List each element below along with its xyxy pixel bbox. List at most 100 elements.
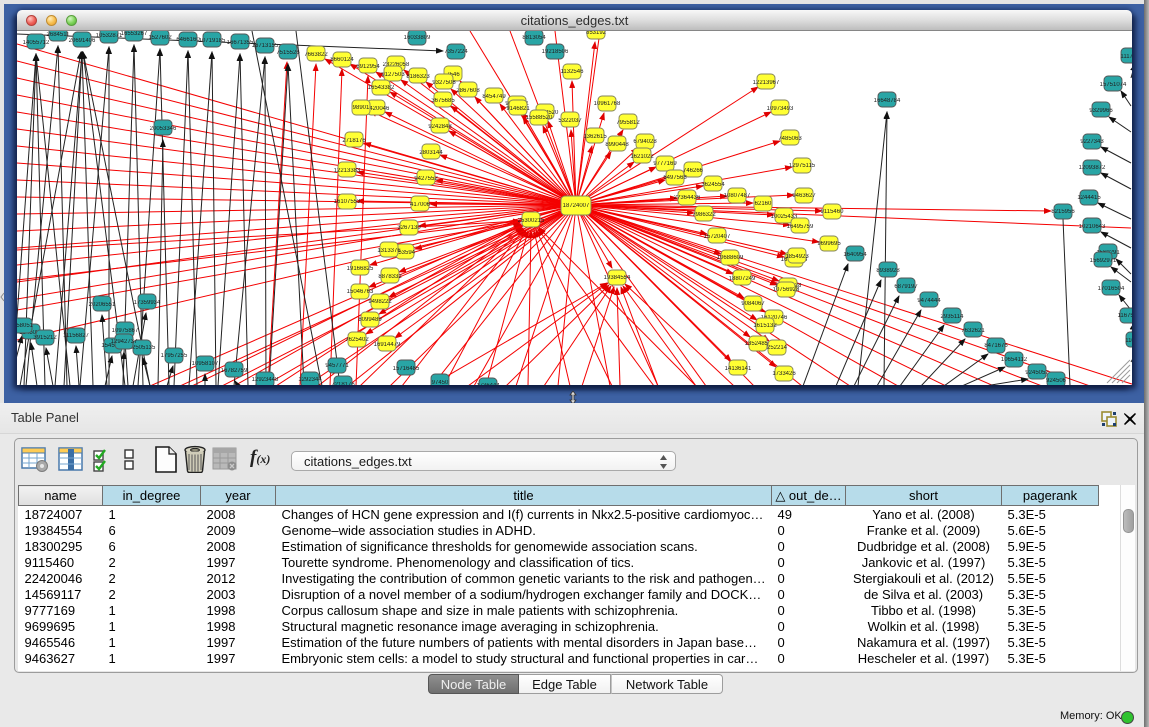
svg-text:6879197: 6879197 — [894, 284, 918, 290]
svg-text:16713155: 16713155 — [252, 43, 279, 49]
svg-text:1362615: 1362615 — [583, 134, 607, 140]
svg-text:2935114: 2935114 — [941, 314, 965, 320]
svg-text:7357224: 7357224 — [444, 49, 468, 55]
svg-text:1527602: 1527602 — [148, 35, 172, 41]
svg-text:16671355: 16671355 — [227, 40, 254, 46]
svg-text:746266: 746266 — [683, 168, 704, 174]
svg-text:924506: 924506 — [1046, 378, 1067, 384]
svg-text:9699695: 9699695 — [817, 241, 841, 247]
svg-text:7625402: 7625402 — [345, 337, 369, 343]
svg-text:17359934: 17359934 — [134, 300, 161, 306]
svg-text:10654112: 10654112 — [1001, 357, 1028, 363]
svg-text:853192: 853192 — [586, 31, 607, 36]
svg-text:7663822: 7663822 — [304, 52, 328, 58]
svg-text:3624554: 3624554 — [701, 182, 725, 188]
svg-text:8990448: 8990448 — [605, 142, 629, 148]
svg-text:1854923: 1854923 — [785, 254, 809, 260]
svg-text:8878332: 8878332 — [378, 274, 402, 280]
svg-text:6497568: 6497568 — [663, 175, 687, 181]
svg-text:12923448: 12923448 — [252, 377, 279, 383]
svg-text:10973493: 10973493 — [767, 106, 794, 112]
svg-text:2718176: 2718176 — [342, 138, 366, 144]
svg-text:8660124: 8660124 — [330, 57, 354, 63]
svg-text:19384554: 19384554 — [604, 275, 631, 281]
svg-text:7986322: 7986322 — [692, 212, 716, 218]
svg-text:9463627: 9463627 — [792, 193, 816, 199]
svg-text:16107553: 16107553 — [334, 199, 361, 205]
svg-text:2?364436: 2?364436 — [674, 195, 701, 201]
svg-text:9115460: 9115460 — [821, 209, 845, 215]
svg-text:7515526: 7515526 — [276, 50, 300, 56]
svg-text:25300215: 25300215 — [518, 218, 545, 224]
svg-text:7218176: 7218176 — [331, 382, 355, 385]
svg-text:12213967: 12213967 — [753, 80, 780, 86]
svg-text:2867608: 2867608 — [456, 88, 480, 94]
svg-text:16495759: 16495759 — [787, 224, 814, 230]
svg-text:6794028: 6794028 — [633, 139, 657, 145]
svg-text:8099489: 8099489 — [358, 317, 382, 323]
svg-text:16782759: 16782759 — [221, 368, 248, 374]
svg-text:12975115: 12975115 — [789, 163, 816, 169]
svg-text:9084067: 9084067 — [741, 301, 765, 307]
svg-text:1167533: 1167533 — [1118, 313, 1132, 319]
svg-text:62160: 62160 — [755, 201, 772, 207]
svg-text:16543382: 16543382 — [368, 85, 395, 91]
svg-text:9245052: 9245052 — [1025, 370, 1049, 376]
svg-text:6466160: 6466160 — [176, 37, 200, 43]
svg-text:10807487: 10807487 — [724, 193, 751, 199]
svg-text:8186323: 8186323 — [406, 74, 430, 80]
svg-text:18724007: 18724007 — [563, 203, 590, 209]
svg-text:2684511: 2684511 — [47, 32, 71, 38]
svg-text:10210643: 10210643 — [1079, 224, 1106, 230]
svg-text:1132546: 1132546 — [561, 69, 585, 75]
svg-text:1733426: 1733426 — [772, 371, 796, 377]
svg-text:1640954: 1640954 — [843, 252, 867, 258]
svg-text:16648784: 16648784 — [874, 98, 901, 104]
svg-text:2803144: 2803144 — [419, 150, 443, 156]
svg-text:98901: 98901 — [353, 105, 370, 111]
svg-text:9146821: 9146821 — [506, 106, 530, 112]
svg-text:1621022: 1621022 — [630, 154, 654, 160]
svg-text:1736444: 1736444 — [476, 383, 500, 385]
svg-text:417006: 417006 — [410, 202, 431, 208]
svg-text:10532871: 10532871 — [96, 33, 123, 39]
svg-text:9327508: 9327508 — [432, 80, 456, 86]
svg-text:14055712: 14055712 — [23, 40, 50, 46]
svg-text:10961768: 10961768 — [594, 101, 621, 107]
svg-text:8454749: 8454749 — [482, 94, 506, 100]
svg-text:18807249: 18807249 — [729, 276, 756, 282]
svg-text:15751074: 15751074 — [1100, 82, 1127, 88]
svg-text:9127503: 9127503 — [381, 72, 405, 78]
svg-text:252214: 252214 — [767, 345, 788, 351]
svg-text:9427552: 9427552 — [414, 176, 438, 182]
svg-text:11156827: 11156827 — [63, 333, 89, 339]
svg-text:7485063: 7485063 — [778, 136, 802, 142]
svg-text:9457771: 9457771 — [325, 363, 349, 369]
svg-text:111754: 111754 — [1120, 54, 1132, 60]
svg-text:1615132: 1615132 — [753, 323, 777, 329]
svg-text:1244415: 1244415 — [1077, 195, 1101, 201]
svg-text:16033809: 16033809 — [404, 35, 431, 41]
svg-text:3915212: 3915212 — [33, 335, 57, 341]
svg-text:7632621: 7632621 — [961, 328, 985, 334]
svg-text:10719185: 10719185 — [199, 38, 226, 44]
svg-text:9498222: 9498222 — [368, 299, 392, 305]
svg-text:8912954: 8912954 — [356, 64, 380, 70]
svg-text:12213383: 12213383 — [334, 168, 361, 174]
svg-text:9227343: 9227343 — [1080, 139, 1104, 145]
svg-text:9242848: 9242848 — [428, 124, 452, 130]
svg-text:97450: 97450 — [432, 380, 449, 385]
svg-text:12942737: 12942737 — [111, 339, 138, 345]
svg-text:15716485: 15716485 — [393, 366, 420, 372]
svg-text:15046763: 15046763 — [347, 289, 374, 295]
svg-text:19166825: 19166825 — [347, 266, 374, 272]
svg-text:158051: 158051 — [17, 323, 34, 329]
svg-text:8813054: 8813054 — [522, 35, 546, 41]
svg-text:10688609: 10688609 — [717, 255, 744, 261]
svg-text:10975867: 10975867 — [112, 328, 139, 334]
svg-text:1313376: 1313376 — [377, 248, 401, 254]
svg-text:5322037: 5322037 — [558, 118, 582, 124]
svg-text:20053346: 20053346 — [150, 126, 177, 132]
svg-text:3267130: 3267130 — [397, 225, 421, 231]
svg-text:15588520: 15588520 — [526, 115, 553, 121]
